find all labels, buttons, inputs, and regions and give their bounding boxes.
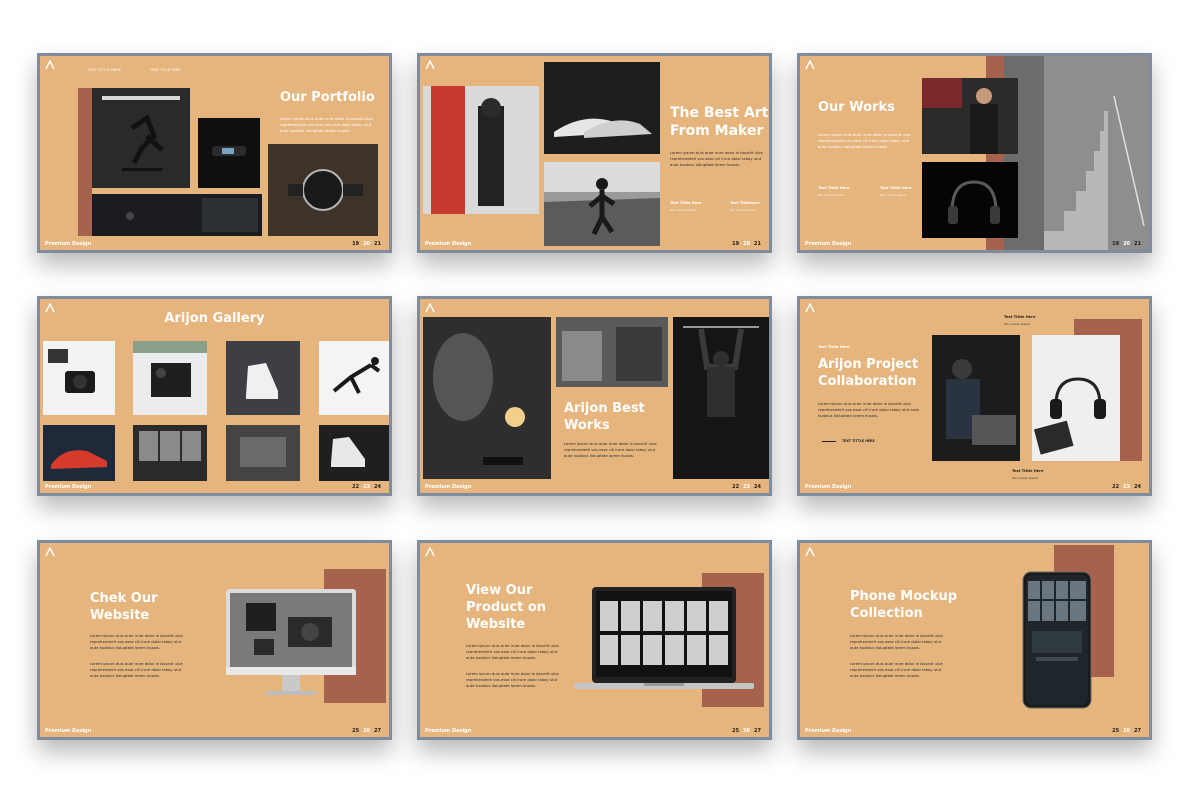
laptop-desk-photo <box>226 425 300 481</box>
page-numbers: 19 20 21 <box>352 241 381 247</box>
gym-man-photo <box>922 78 1018 154</box>
converse-photo <box>319 425 389 481</box>
slide-paragraph: Lorem ipsum duis aute irure dolor in bou… <box>466 671 559 688</box>
skateboard-photo <box>92 88 190 188</box>
logo-icon <box>805 60 815 70</box>
logo-icon <box>425 303 435 313</box>
accent-bar <box>78 88 92 236</box>
label-sub: Our Lorem Ipsum <box>1012 476 1038 480</box>
slide-our-portfolio[interactable]: TEXT TITTLE HERE TEXT TITLE HERE Our Por… <box>37 53 392 253</box>
slide-best-art[interactable]: The Best Art From Maker Lorem ipsum duis … <box>417 53 772 253</box>
desktop-monitor-mockup <box>224 589 358 703</box>
label-title: Text Tittlehere <box>730 201 760 205</box>
footer-brand: Premium Design <box>805 241 852 247</box>
page-numbers: 22 23 24 <box>352 484 381 490</box>
phone-mockup <box>1022 571 1092 709</box>
footer-brand: Premium Design <box>805 728 852 734</box>
slide-paragraph: Lorem ipsum duis aute irure dolor in bou… <box>280 116 373 133</box>
slide-paragraph: Lorem ipsum duis aute irure dolor in bou… <box>90 661 183 678</box>
slide-phone-mockup[interactable]: Phone Mockup Collection Lorem ipsum duis … <box>797 540 1152 740</box>
label-sub: Our Lorem Ipsum <box>818 193 844 197</box>
runner-photo <box>544 162 660 246</box>
red-shoe-photo <box>43 425 115 481</box>
footer-brand: Premium Design <box>425 241 472 247</box>
boxing-photo <box>423 86 539 214</box>
laptop-mockup <box>574 587 754 693</box>
label-sub: Our Lorem Ipsum <box>1004 322 1030 326</box>
logo-icon <box>805 547 815 557</box>
page-numbers: 25 26 27 <box>1112 728 1141 734</box>
slide-paragraph: Lorem ipsum duis aute irure dolor in bou… <box>850 633 943 650</box>
slide-title: View Our Product on Website <box>466 583 547 632</box>
smartwatch-photo <box>198 118 260 188</box>
page-numbers: 25 26 27 <box>352 728 381 734</box>
label-sub: Our Lorem Ipsum <box>670 208 696 212</box>
kicker: Text Tittle Here <box>818 345 850 349</box>
top-label: TEXT TITTLE HERE <box>88 68 121 72</box>
footer-brand: Premium Design <box>425 484 472 490</box>
logo-icon <box>425 60 435 70</box>
footer-brand: Premium Design <box>45 728 92 734</box>
sneaker-photo <box>544 62 660 154</box>
slide-view-product[interactable]: View Our Product on Website Lorem ipsum du… <box>417 540 772 740</box>
label-title: Text Tittle Here <box>880 186 912 190</box>
page-numbers: 19 20 21 <box>732 241 761 247</box>
jumping-man-photo <box>319 341 389 415</box>
white-sneaker-photo <box>226 341 300 415</box>
slide-paragraph: Lorem ipsum duis aute irure dolor in bou… <box>818 401 919 418</box>
page-numbers: 19 20 21 <box>1112 241 1141 247</box>
label-title: Text Tittle Here <box>818 186 850 190</box>
staircase-photo <box>1004 56 1149 250</box>
desk-photo <box>133 341 207 415</box>
camera-photo <box>43 341 115 415</box>
line-label: TEXT TITTLE HERE <box>842 439 875 443</box>
laptop-photo <box>92 194 262 236</box>
studio-headphones-photo <box>1032 335 1120 461</box>
label-sub: Our Lorem Ipsum <box>730 208 756 212</box>
slide-title: Arijon Gallery <box>164 311 265 326</box>
page-numbers: 22 23 24 <box>1112 484 1141 490</box>
slide-paragraph: Lorem ipsum duis aute irure dolor in bou… <box>90 633 183 650</box>
footer-brand: Premium Design <box>45 484 92 490</box>
label-title: Text Tittle Here <box>1004 315 1036 319</box>
headphones-photo <box>922 162 1018 238</box>
page-numbers: 22 23 24 <box>732 484 761 490</box>
slide-title: Our Portfolio <box>280 90 375 105</box>
top-label: TEXT TITLE HERE <box>150 68 181 72</box>
slide-title: Arijon Best Works <box>564 401 645 433</box>
slide-gallery[interactable]: Arijon Gallery Premium Design 22 23 24 <box>37 296 392 496</box>
slide-paragraph: Lorem ipsum duis aute irure dolor in bou… <box>850 661 943 678</box>
logo-icon <box>45 60 55 70</box>
slide-check-website[interactable]: Chek Our Website Lorem ipsum duis aute ir… <box>37 540 392 740</box>
slide-collaboration[interactable]: Text Tittle Here Our Lorem Ipsum Text Ti… <box>797 296 1152 496</box>
slide-paragraph: Lorem ipsum duis aute irure dolor in bou… <box>564 441 657 458</box>
slide-best-works[interactable]: Arijon Best Works Lorem ipsum duis aute i… <box>417 296 772 496</box>
slide-title: Arijon Project Collaboration <box>818 357 919 389</box>
footer-brand: Premium Design <box>425 728 472 734</box>
slide-title: The Best Art From Maker <box>670 105 769 140</box>
label-title: Text Tittle Here <box>1012 469 1044 473</box>
window-silhouette-photo <box>133 425 207 481</box>
page-numbers: 25 26 27 <box>732 728 761 734</box>
slide-title: Our Works <box>818 100 895 115</box>
divider-line <box>822 441 836 442</box>
slide-paragraph: Lorem ipsum duis aute irure dolor in bou… <box>818 132 911 149</box>
slide-our-works[interactable]: Our Works Lorem ipsum duis aute irure do… <box>797 53 1152 253</box>
craftsman-photo <box>932 335 1020 461</box>
skater-shoe-photo <box>423 317 551 479</box>
label-sub: Our Lorem Ipsum <box>880 193 906 197</box>
watch-photo <box>268 144 378 236</box>
slide-paragraph: Lorem ipsum duis aute irure dolor in bou… <box>466 643 559 660</box>
footer-brand: Premium Design <box>805 484 852 490</box>
slide-title: Chek Our Website <box>90 591 158 623</box>
office-interior-photo <box>556 317 668 387</box>
slide-title: Phone Mockup Collection <box>850 589 958 621</box>
logo-icon <box>45 547 55 557</box>
pullup-man-photo <box>673 317 769 479</box>
footer-brand: Premium Design <box>45 241 92 247</box>
logo-icon <box>805 303 815 313</box>
label-title: Text Tittle Here <box>670 201 702 205</box>
slide-paragraph: Lorem ipsum duis aute irure dolor in bou… <box>670 150 763 167</box>
logo-icon <box>425 547 435 557</box>
